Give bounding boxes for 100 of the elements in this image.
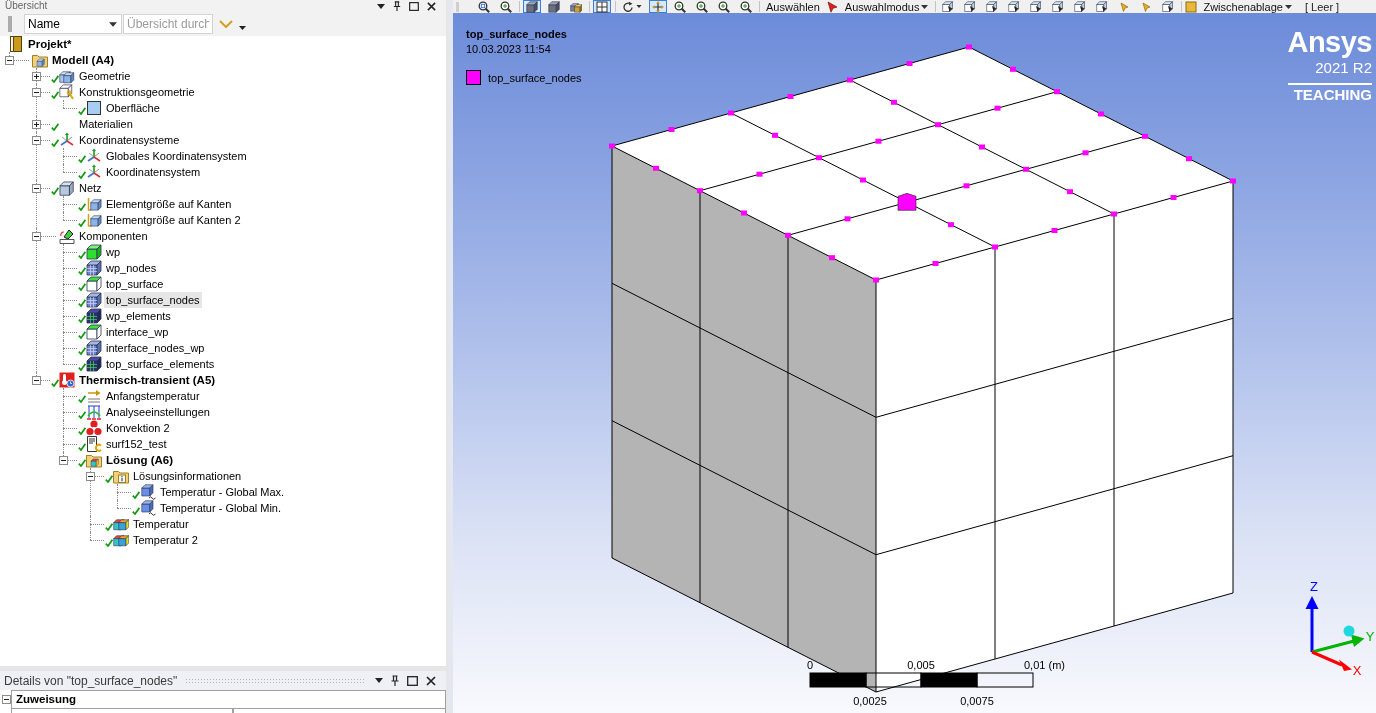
tree-item[interactable]: interface_nodes_wp — [104, 340, 207, 356]
grip-handle[interactable] — [456, 1, 459, 12]
document-icon — [86, 436, 102, 452]
tree-item[interactable]: Konstruktionsgeometrie — [77, 84, 197, 100]
node-marker — [787, 94, 794, 99]
maximize-icon[interactable] — [407, 675, 418, 686]
node-marker — [847, 77, 853, 83]
node-marker — [697, 188, 703, 194]
node-marker — [873, 277, 879, 283]
tree-toggle[interactable] — [32, 87, 41, 97]
caret-icon[interactable] — [109, 21, 117, 27]
tree-toggle[interactable] — [32, 71, 41, 81]
tree-item[interactable]: Lösungsinformationen — [131, 468, 244, 484]
maximize-icon[interactable] — [409, 1, 419, 11]
tree-item[interactable]: interface_wp — [104, 324, 171, 340]
tree-toggle[interactable] — [59, 455, 68, 465]
magnifier-icon — [696, 0, 708, 13]
dropdown-button[interactable]: Zwischenablage — [1200, 0, 1295, 13]
pin-icon[interactable] — [391, 675, 399, 686]
node-marker — [772, 132, 778, 138]
tree-item[interactable]: Komponenten — [77, 228, 150, 244]
tree-toggle[interactable] — [5, 55, 14, 65]
node-marker — [668, 127, 675, 132]
tree-item[interactable]: Koordinatensystem — [104, 164, 203, 180]
close-icon[interactable] — [427, 1, 436, 11]
node-marker — [966, 44, 972, 50]
cube-cursor-icon — [1074, 0, 1087, 13]
tree-toggle[interactable] — [32, 183, 41, 193]
grip-handle[interactable] — [8, 16, 12, 32]
toolbar-button[interactable]: Auswählen — [763, 0, 823, 13]
section-header[interactable]: Zuweisung — [11, 690, 446, 709]
caret-icon[interactable] — [239, 26, 246, 30]
grid-cube-icon — [86, 308, 102, 324]
pin-icon[interactable] — [393, 1, 401, 11]
node-marker — [897, 193, 917, 211]
legend-label: top_surface_nodes — [488, 71, 582, 84]
node-marker — [994, 105, 1001, 111]
node-marker — [935, 122, 941, 128]
tool-button[interactable] — [593, 0, 611, 13]
axes-icon — [86, 164, 102, 180]
fan-icon — [86, 420, 102, 436]
node-marker — [1067, 189, 1073, 195]
tree-item[interactable]: Elementgröße auf Kanten 2 — [104, 212, 243, 228]
tree-toggle[interactable] — [32, 231, 41, 241]
tree-item[interactable]: wp — [104, 244, 123, 260]
node-marker — [906, 61, 913, 66]
grid-cube-icon — [86, 292, 102, 308]
caret-icon[interactable] — [375, 678, 383, 683]
tool-button[interactable] — [545, 0, 563, 13]
tree-toggle[interactable] — [32, 375, 41, 385]
tree-item[interactable]: wp_elements — [104, 308, 173, 324]
tree-item[interactable]: Geometrie — [77, 68, 133, 84]
tree-toggle[interactable] — [2, 695, 11, 704]
tree-item[interactable]: Konvektion 2 — [104, 420, 172, 436]
tree-item[interactable]: top_surface_elements — [104, 356, 217, 372]
node-marker — [741, 210, 747, 216]
tree-item[interactable]: top_surface_nodes — [104, 292, 202, 308]
square-icon — [86, 100, 102, 116]
magnifier-icon — [740, 0, 752, 13]
tree-item[interactable]: Elementgröße auf Kanten — [104, 196, 234, 212]
tree-item[interactable]: Temperatur — [131, 516, 191, 532]
tree-item[interactable]: wp_nodes — [104, 260, 159, 276]
caret-icon[interactable] — [1284, 4, 1292, 9]
tree-item[interactable]: Thermisch-transient (A5) — [77, 372, 218, 388]
caret-icon[interactable] — [636, 5, 642, 8]
tree-item[interactable]: Modell (A4) — [50, 52, 116, 68]
tree-item[interactable]: Lösung (A6) — [104, 452, 176, 468]
logo-version: 2021 R2 — [1315, 59, 1372, 77]
tree-item[interactable]: Projekt* — [26, 36, 74, 52]
node-marker — [728, 110, 734, 116]
tree-item[interactable]: Globales Koordinatensystem — [104, 148, 249, 164]
tree-toggle[interactable] — [32, 119, 41, 129]
caret-icon[interactable] — [377, 3, 385, 9]
tree-item[interactable]: Koordinatensysteme — [77, 132, 182, 148]
tool-button[interactable] — [523, 0, 541, 13]
caret-icon[interactable] — [921, 4, 929, 9]
tree-item[interactable]: Netz — [77, 180, 104, 196]
node-marker — [816, 155, 822, 161]
grid-cube-icon — [86, 260, 102, 276]
magnifier-icon — [674, 0, 686, 13]
node-marker — [1111, 211, 1117, 217]
tree-toggle[interactable] — [86, 471, 95, 481]
tree-toggle[interactable] — [32, 135, 41, 145]
tree-item[interactable]: Materialien — [77, 116, 135, 132]
tree-item[interactable]: Temperatur - Global Min. — [158, 500, 284, 516]
tree-item[interactable]: Oberfläche — [104, 100, 162, 116]
tree-item[interactable]: top_surface — [104, 276, 166, 292]
tree-item[interactable]: Temperatur 2 — [131, 532, 200, 548]
dropdown-button[interactable]: Auswahlmodus — [841, 0, 932, 13]
filter-dropdown[interactable]: Name — [24, 14, 122, 34]
node-marker — [1023, 166, 1029, 172]
close-icon[interactable] — [426, 675, 436, 686]
square-icon[interactable] — [1185, 0, 1198, 13]
move-icon — [652, 0, 664, 13]
grid-cube-icon — [86, 356, 102, 372]
tree-item[interactable]: surf152_test — [104, 436, 169, 452]
tree-item[interactable]: Anfangstemperatur — [104, 388, 202, 404]
tree-item[interactable]: Temperatur - Global Max. — [158, 484, 287, 500]
cubes-icon — [113, 532, 129, 548]
tree-item[interactable]: Analyseeinstellungen — [104, 404, 212, 420]
